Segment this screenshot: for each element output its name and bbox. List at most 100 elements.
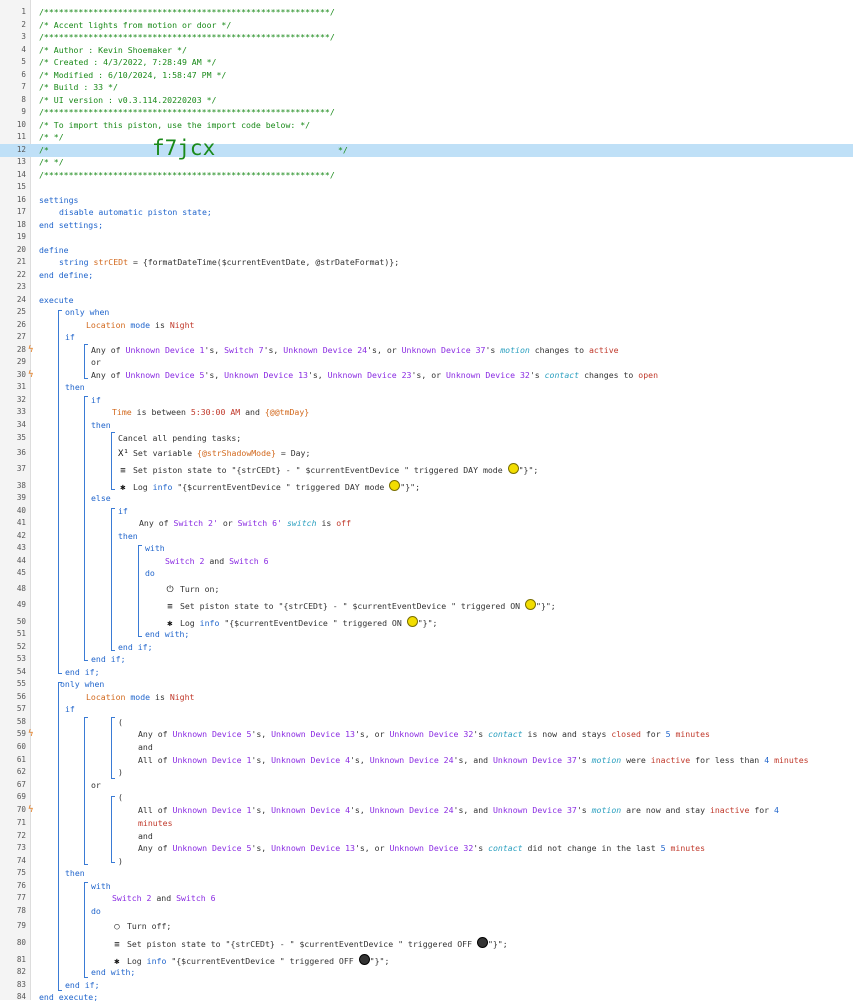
- code-line[interactable]: 55 only when: [0, 678, 853, 691]
- token[interactable]: Unknown Device 1: [173, 755, 252, 765]
- code-line[interactable]: 43 with: [0, 542, 853, 555]
- code-line[interactable]: 28 ϟ Any of Unknown Device 1's, Switch 7's…: [0, 344, 853, 357]
- code-line[interactable]: 59 ϟ Any of Unknown Device 5's, Unknown De…: [0, 728, 853, 741]
- token[interactable]: Unknown Device 4: [271, 755, 350, 765]
- code-line[interactable]: 14 /*************************************…: [0, 169, 853, 182]
- token[interactable]: Switch 2: [112, 893, 151, 903]
- token[interactable]: Unknown Device 5: [173, 729, 252, 739]
- code-line[interactable]: 8 /* UI version : v0.3.114.20220203 */: [0, 94, 853, 107]
- code-line[interactable]: 13 /* */: [0, 156, 853, 169]
- code-line[interactable]: 56 Location mode is Night: [0, 691, 853, 704]
- code-line[interactable]: 78 do: [0, 905, 853, 918]
- code-line[interactable]: 27 if: [0, 331, 853, 344]
- token[interactable]: Unknown Device 23: [328, 370, 412, 380]
- token[interactable]: Unknown Device 32: [446, 370, 530, 380]
- token[interactable]: Switch 7: [224, 345, 263, 355]
- code-line[interactable]: 15: [0, 181, 853, 194]
- code-line[interactable]: 21 string strCEDt = {formatDateTime($curr…: [0, 256, 853, 269]
- code-line[interactable]: 58 (: [0, 716, 853, 729]
- code-line[interactable]: 67 or: [0, 779, 853, 792]
- import-code[interactable]: f7jcx: [152, 136, 215, 160]
- code-line[interactable]: 25 only when: [0, 306, 853, 319]
- code-line[interactable]: 3 /**************************************…: [0, 31, 853, 44]
- code-line[interactable]: 52 end if;: [0, 641, 853, 654]
- code-line[interactable]: 7 /* Build : 33 */: [0, 81, 853, 94]
- code-line[interactable]: 2 /* Accent lights from motion or door */: [0, 19, 853, 32]
- code-line[interactable]: 74): [0, 855, 853, 868]
- code-line[interactable]: 73 Any of Unknown Device 5's, Unknown Dev…: [0, 842, 853, 855]
- token[interactable]: Switch 2: [165, 556, 204, 566]
- code-line[interactable]: 37 ≡ Set piston state to "{strCEDt} - " $…: [0, 463, 853, 476]
- code-line[interactable]: 71 minutes: [0, 817, 853, 830]
- code-line[interactable]: 80 ≡ Set piston state to "{strCEDt} - " $…: [0, 937, 853, 950]
- code-line[interactable]: 9 /**************************************…: [0, 106, 853, 119]
- code-line[interactable]: 23: [0, 281, 853, 294]
- code-line[interactable]: 83 end if;: [0, 979, 853, 992]
- code-line[interactable]: 60 and: [0, 741, 853, 754]
- code-line[interactable]: 84 end execute;: [0, 991, 853, 1004]
- code-line[interactable]: 70 ϟ All of Unknown Device 1's, Unknown De…: [0, 804, 853, 817]
- token[interactable]: Unknown Device 32: [389, 843, 473, 853]
- code-line[interactable]: 22 end define;: [0, 269, 853, 282]
- code-line[interactable]: 32 if: [0, 394, 853, 407]
- token[interactable]: Unknown Device 13: [271, 729, 355, 739]
- code-line[interactable]: 42 then: [0, 530, 853, 543]
- code-line[interactable]: 16 settings: [0, 194, 853, 207]
- code-line[interactable]: 26 Location mode is Night: [0, 319, 853, 332]
- code-line[interactable]: 1 /**************************************…: [0, 6, 853, 19]
- code-line[interactable]: 29 or: [0, 356, 853, 369]
- token[interactable]: Unknown Device 24: [283, 345, 367, 355]
- token[interactable]: Switch 2': [174, 518, 218, 528]
- code-line[interactable]: 82 end with;: [0, 966, 853, 979]
- token[interactable]: Switch 6: [229, 556, 268, 566]
- code-line[interactable]: 20 define: [0, 244, 853, 257]
- code-line[interactable]: 76 with: [0, 880, 853, 893]
- code-line[interactable]: 41 Any of Switch 2' or Switch 6' switch i…: [0, 517, 853, 530]
- token[interactable]: Unknown Device 1: [126, 345, 205, 355]
- code-line[interactable]: 62): [0, 766, 853, 779]
- code-line[interactable]: 79 ○ Turn off;: [0, 920, 853, 933]
- code-line[interactable]: 17 disable automatic piston state;: [0, 206, 853, 219]
- code-line[interactable]: 5 /* Created : 4/3/2022, 7:28:49 AM */: [0, 56, 853, 69]
- code-line[interactable]: 12 /* */: [0, 144, 853, 157]
- code-line[interactable]: 19: [0, 231, 853, 244]
- token[interactable]: Unknown Device 37: [493, 755, 577, 765]
- code-line[interactable]: 54 end if;: [0, 666, 853, 679]
- code-line[interactable]: 45 do: [0, 567, 853, 580]
- code-line[interactable]: 72 and: [0, 830, 853, 843]
- token[interactable]: Unknown Device 1: [173, 805, 252, 815]
- code-line[interactable]: 33 Time is between 5:30:00 AM and {@@tmDa…: [0, 406, 853, 419]
- code-line[interactable]: 48 ⏻ Turn on;: [0, 583, 853, 596]
- code-line[interactable]: 24 execute: [0, 294, 853, 307]
- token[interactable]: Unknown Device 13: [224, 370, 308, 380]
- token[interactable]: Unknown Device 37: [402, 345, 486, 355]
- code-line[interactable]: 77 Switch 2 and Switch 6: [0, 892, 853, 905]
- code-line[interactable]: 53 end if;: [0, 653, 853, 666]
- code-line[interactable]: 75 then: [0, 867, 853, 880]
- code-line[interactable]: 11 /* */: [0, 131, 853, 144]
- code-line[interactable]: 18 end settings;: [0, 219, 853, 232]
- code-line[interactable]: 36 X¹ Set variable {@strShadowMode} = Day…: [0, 447, 853, 460]
- code-line[interactable]: 40 if: [0, 505, 853, 518]
- code-line[interactable]: 50 ✱ Log info "{$currentEventDevice " tri…: [0, 616, 853, 629]
- token[interactable]: Unknown Device 32: [389, 729, 473, 739]
- token[interactable]: Unknown Device 37: [493, 805, 577, 815]
- code-line[interactable]: 57 if: [0, 703, 853, 716]
- code-line[interactable]: 30 ϟ Any of Unknown Device 5's, Unknown De…: [0, 369, 853, 382]
- code-line[interactable]: 51 end with;: [0, 628, 853, 641]
- code-line[interactable]: 31 then: [0, 381, 853, 394]
- code-line[interactable]: 69 (: [0, 791, 853, 804]
- code-line[interactable]: 44 Switch 2 and Switch 6: [0, 555, 853, 568]
- code-line[interactable]: 6 /* Modified : 6/10/2024, 1:58:47 PM */: [0, 69, 853, 82]
- code-line[interactable]: 10 /* To import this piston, use the impo…: [0, 119, 853, 132]
- token[interactable]: Unknown Device 4: [271, 805, 350, 815]
- code-line[interactable]: 61 All of Unknown Device 1's, Unknown Dev…: [0, 754, 853, 767]
- token[interactable]: Unknown Device 5: [126, 370, 205, 380]
- code-line[interactable]: 39 else: [0, 492, 853, 505]
- code-line[interactable]: 49 ≡ Set piston state to "{strCEDt} - " $…: [0, 599, 853, 612]
- token[interactable]: Unknown Device 5: [173, 843, 252, 853]
- token[interactable]: Switch 6: [176, 893, 215, 903]
- code-line[interactable]: 35 Cancel all pending tasks;: [0, 432, 853, 445]
- code-line[interactable]: 34 then: [0, 419, 853, 432]
- token[interactable]: Unknown Device 13: [271, 843, 355, 853]
